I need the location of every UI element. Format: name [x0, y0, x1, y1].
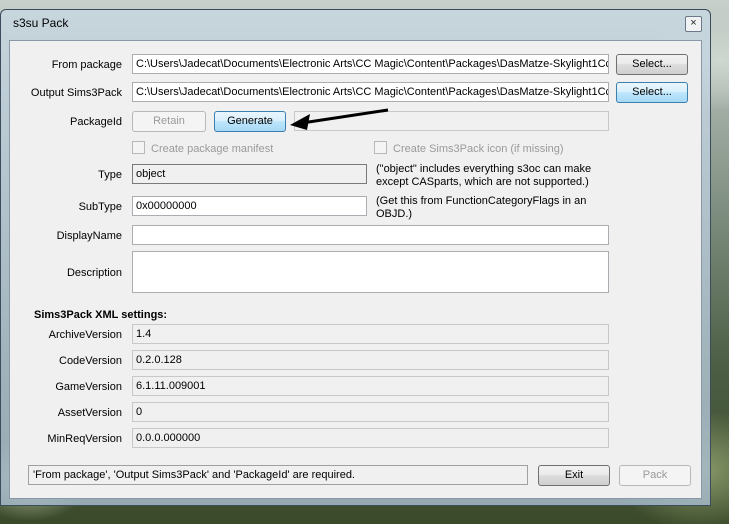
create-manifest-label: Create package manifest [151, 143, 274, 155]
xml-settings-heading: Sims3Pack XML settings: [34, 309, 168, 321]
game-version-field[interactable]: 6.1.11.009001 [132, 376, 609, 396]
code-version-label: CodeVersion [59, 355, 122, 367]
description-field[interactable] [132, 251, 609, 293]
type-label: Type [98, 169, 122, 181]
archive-version-field[interactable]: 1.4 [132, 324, 609, 344]
subtype-label: SubType [78, 201, 122, 213]
window-title: s3su Pack [13, 16, 69, 30]
asset-version-label: AssetVersion [57, 407, 122, 419]
subtype-note: (Get this from FunctionCategoryFlags in … [376, 195, 587, 220]
close-button[interactable]: × [685, 16, 702, 32]
exit-button[interactable]: Exit [538, 465, 610, 486]
close-icon: × [690, 17, 697, 29]
min-req-version-label: MinReqVersion [47, 433, 122, 445]
create-manifest-checkbox[interactable]: Create package manifest [132, 141, 273, 155]
subtype-field[interactable]: 0x00000000 [132, 196, 367, 216]
status-message: 'From package', 'Output Sims3Pack' and '… [28, 465, 528, 485]
dialog-client-area: From package C:\Users\Jadecat\Documents\… [9, 40, 702, 499]
min-req-version-field[interactable]: 0.0.0.000000 [132, 428, 609, 448]
archive-version-label: ArchiveVersion [48, 329, 122, 341]
create-icon-label: Create Sims3Pack icon (if missing) [393, 143, 564, 155]
checkbox-box-icon [374, 141, 387, 154]
create-icon-checkbox[interactable]: Create Sims3Pack icon (if missing) [374, 141, 564, 155]
description-label: Description [66, 267, 122, 279]
title-bar[interactable]: s3su Pack × [1, 10, 710, 34]
game-version-label: GameVersion [55, 381, 122, 393]
display-name-label: DisplayName [56, 230, 122, 242]
code-version-field[interactable]: 0.2.0.128 [132, 350, 609, 370]
pack-button[interactable]: Pack [619, 465, 691, 486]
type-field[interactable]: object [132, 164, 367, 184]
display-name-field[interactable] [132, 225, 609, 245]
checkbox-box-icon [132, 141, 145, 154]
annotation-arrow-icon [290, 108, 389, 130]
asset-version-field[interactable]: 0 [132, 402, 609, 422]
s3su-pack-window: s3su Pack × From package C:\Users\Jadeca… [0, 9, 711, 506]
type-note: ("object" includes everything s3oc can m… [376, 163, 592, 188]
